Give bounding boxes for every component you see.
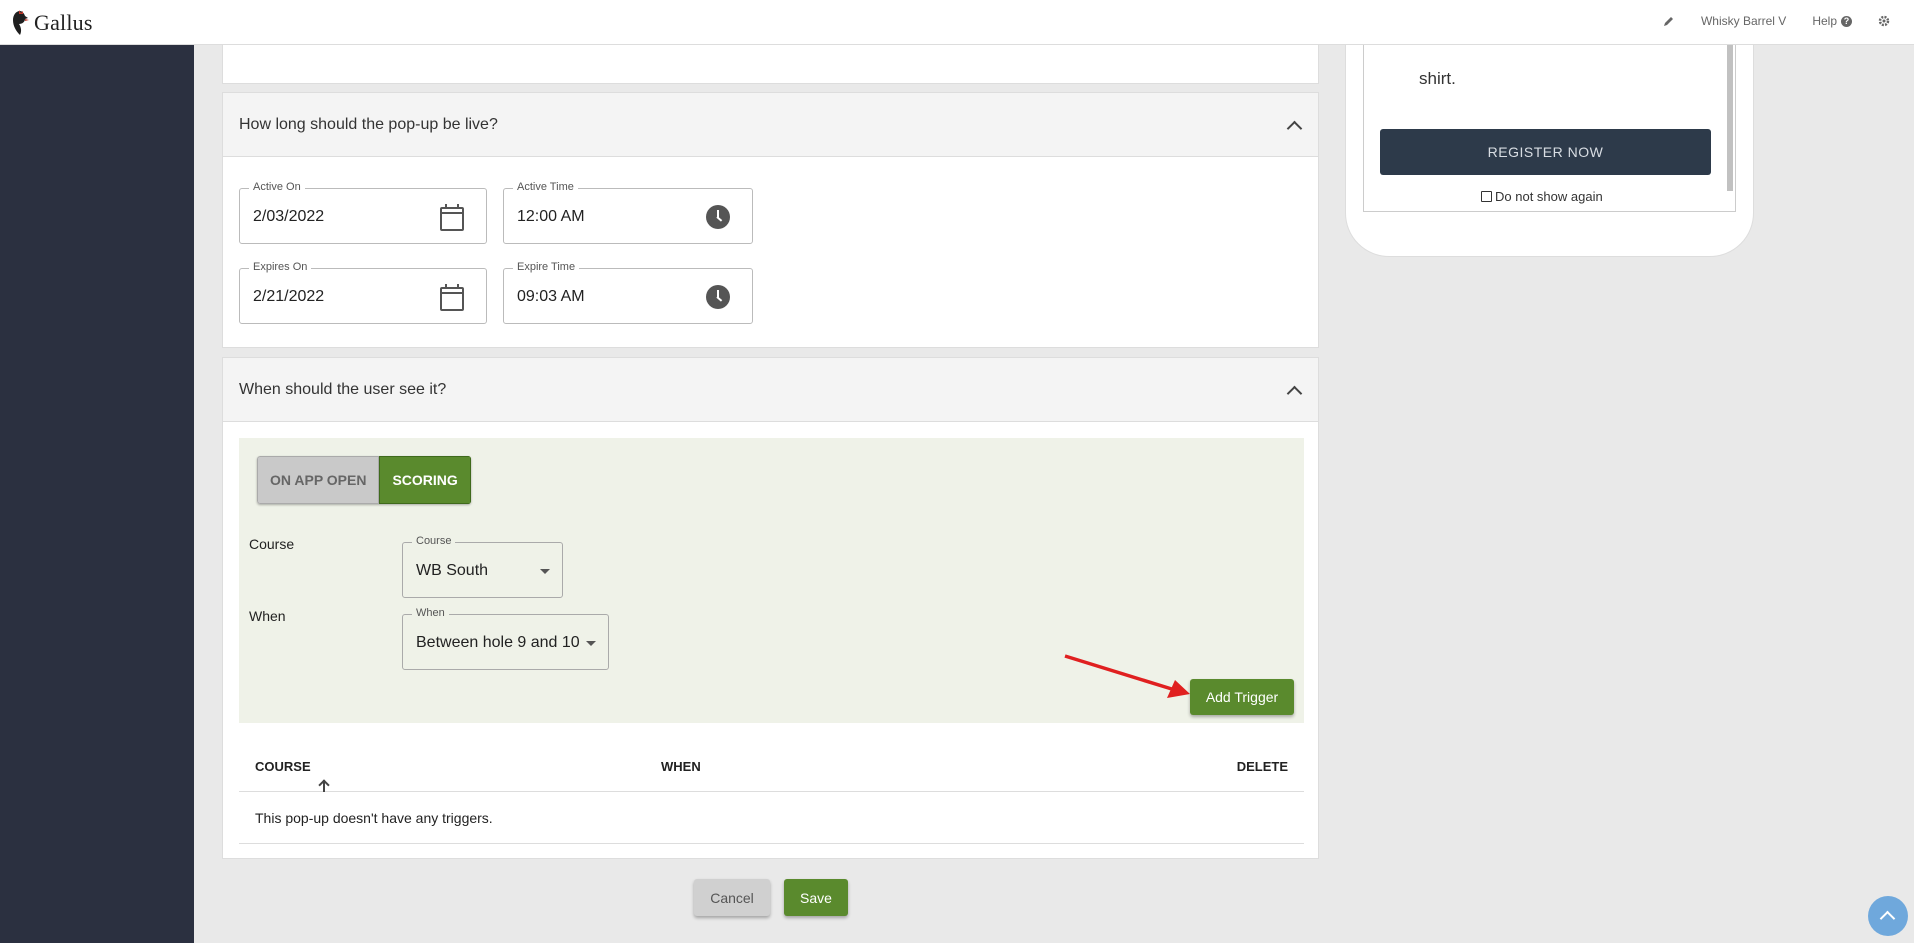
dropdown-caret-icon — [586, 641, 596, 646]
empty-row: This pop-up doesn't have any triggers. — [239, 792, 1304, 844]
pencil-icon[interactable] — [1663, 15, 1675, 27]
preview-body-text: shirt. — [1419, 69, 1456, 88]
triggers-table: COURSE WHEN DELETE This pop-up doesn't h… — [239, 738, 1304, 844]
course-select[interactable]: Course WB South — [402, 535, 563, 598]
chevron-up-icon[interactable] — [1286, 382, 1302, 398]
active-on-value: 2/03/2022 — [253, 208, 325, 225]
course-select-value: WB South — [416, 562, 489, 579]
brand-name: Gallus — [34, 10, 93, 35]
expires-on-value: 2/21/2022 — [253, 288, 325, 305]
gear-icon[interactable] — [1878, 15, 1890, 27]
sort-arrow-up-icon[interactable] — [319, 780, 329, 792]
active-on-field[interactable]: Active On 2/03/2022 — [239, 181, 487, 244]
help-link[interactable]: Help ? — [1812, 14, 1852, 28]
when-row-label: When — [249, 608, 286, 624]
when-select-value: Between hole 9 and 10 — [416, 634, 580, 651]
live-duration-section: How long should the pop-up be live? Acti… — [222, 92, 1319, 348]
dropdown-caret-icon — [540, 569, 550, 574]
column-course[interactable]: COURSE — [255, 759, 325, 792]
active-time-value: 12:00 AM — [517, 208, 585, 225]
visibility-trigger-section: When should the user see it? ON APP OPEN… — [222, 357, 1319, 859]
expires-on-label: Expires On — [249, 261, 312, 273]
when-select[interactable]: When Between hole 9 and 10 — [402, 607, 609, 670]
do-not-show-again[interactable]: Do not show again — [1481, 189, 1603, 204]
course-row-label: Course — [249, 536, 295, 552]
active-time-label: Active Time — [513, 181, 578, 193]
expires-on-field[interactable]: Expires On 2/21/2022 — [239, 261, 487, 324]
top-bar: Gallus Whisky Barrel V Help ? — [0, 0, 1914, 45]
checkbox[interactable] — [1481, 191, 1492, 202]
add-trigger-button[interactable]: Add Trigger — [1190, 679, 1294, 715]
when-section-header[interactable]: When should the user see it? — [223, 358, 1318, 422]
preview-scrollbar[interactable] — [1727, 41, 1733, 191]
previous-section-card — [222, 40, 1319, 84]
clock-icon[interactable] — [706, 205, 730, 229]
column-delete: DELETE — [1236, 759, 1288, 774]
expire-time-label: Expire Time — [513, 261, 580, 273]
when-select-label: When — [412, 607, 449, 619]
expire-time-field[interactable]: Expire Time 09:03 AM — [503, 261, 753, 324]
question-icon: ? — [1841, 15, 1852, 27]
when-section-title: When should the user see it? — [239, 380, 447, 398]
course-select-label: Course — [412, 535, 456, 547]
do-not-show-label: Do not show again — [1495, 189, 1603, 204]
phone-screen: shirt. REGISTER NOW Do not show again — [1363, 41, 1736, 212]
user-menu[interactable]: Whisky Barrel V — [1701, 14, 1786, 28]
trigger-type-toggle: ON APP OPEN SCORING — [257, 456, 471, 504]
annotation-arrow — [1064, 654, 1190, 698]
phone-preview: shirt. REGISTER NOW Do not show again — [1345, 20, 1754, 257]
active-on-label: Active On — [249, 181, 305, 193]
live-section-title: How long should the pop-up be live? — [239, 115, 498, 133]
sidebar — [0, 45, 194, 943]
scoring-option[interactable]: SCORING — [379, 456, 471, 504]
calendar-icon[interactable] — [440, 284, 464, 311]
chevron-up-icon[interactable] — [1286, 117, 1302, 133]
table-header: COURSE WHEN DELETE — [239, 738, 1304, 792]
column-course-label: COURSE — [255, 759, 311, 774]
help-label: Help — [1812, 14, 1837, 28]
logo[interactable]: Gallus — [10, 9, 93, 37]
top-nav: Whisky Barrel V Help ? — [1663, 14, 1890, 28]
column-when[interactable]: WHEN — [661, 759, 701, 774]
save-button[interactable]: Save — [784, 879, 848, 916]
clock-icon[interactable] — [706, 285, 730, 309]
on-app-open-option[interactable]: ON APP OPEN — [257, 456, 380, 504]
cancel-button[interactable]: Cancel — [694, 879, 770, 916]
trigger-panel: ON APP OPEN SCORING Course Course WB Sou… — [239, 438, 1304, 723]
rooster-icon — [13, 10, 29, 35]
scroll-to-top-button[interactable] — [1868, 896, 1908, 936]
active-time-field[interactable]: Active Time 12:00 AM — [503, 181, 753, 244]
empty-message: This pop-up doesn't have any triggers. — [255, 810, 493, 826]
calendar-icon[interactable] — [440, 204, 464, 231]
register-now-button[interactable]: REGISTER NOW — [1380, 129, 1711, 175]
live-section-header[interactable]: How long should the pop-up be live? — [223, 93, 1318, 157]
expire-time-value: 09:03 AM — [517, 288, 585, 305]
